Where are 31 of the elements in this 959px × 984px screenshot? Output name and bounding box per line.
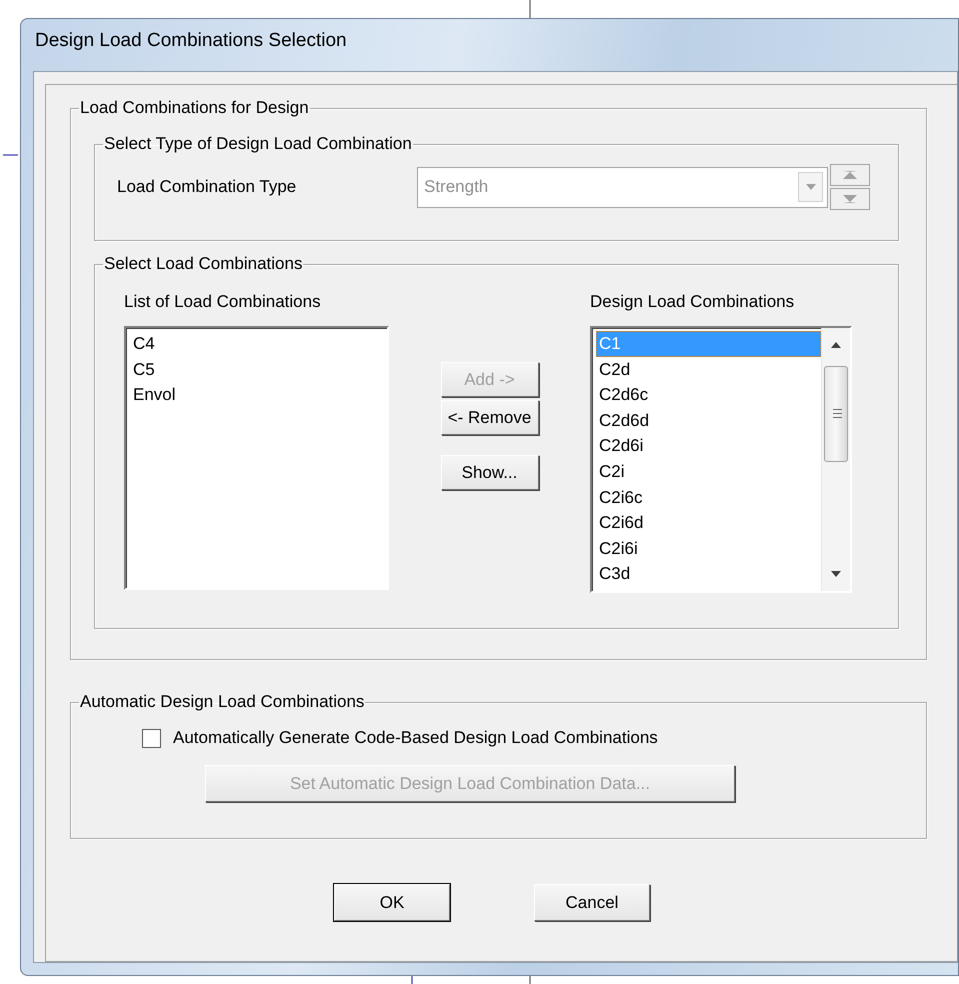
list-box[interactable]: C4 C5 Envol — [124, 326, 389, 590]
dialog-button[interactable]: Cancel — [534, 884, 650, 921]
list-label: List of Load Combinations — [124, 292, 322, 312]
list-item[interactable]: C2d — [596, 356, 821, 382]
spin-buttons[interactable] — [830, 164, 870, 210]
list-item[interactable]: C2i6c — [596, 484, 821, 510]
list-box[interactable]: C1 C2d C2d6c C2d6d C2d6i C2i C2i6c C2i6d C2i6i C3d — [590, 326, 852, 593]
list-item[interactable]: C2i6i — [596, 536, 821, 562]
dropdown-value: Strength — [424, 177, 488, 197]
list-item[interactable]: Envol — [130, 382, 387, 408]
list-label: Design Load Combinations — [590, 292, 796, 312]
list-item[interactable]: C2d6c — [596, 382, 821, 408]
field-label: Load Combination Type — [117, 177, 298, 197]
group-label: Automatic Design Load Combinations — [79, 692, 366, 712]
list-item[interactable]: C2i — [596, 458, 821, 485]
checkbox[interactable] — [142, 728, 161, 748]
list-item[interactable]: C4 — [130, 331, 387, 357]
window-title: Design Load Combinations Selection — [34, 29, 348, 53]
group-label: Load Combinations for Design — [79, 98, 310, 118]
dialog-button[interactable]: OK — [334, 884, 450, 921]
list-item[interactable]: C2d6i — [596, 433, 821, 459]
group-label: Select Type of Design Load Combination — [103, 134, 413, 154]
checkbox-label: Automatically Generate Code-Based Design Load Combinations — [173, 728, 658, 748]
group-label: Select Load Combinations — [103, 254, 304, 274]
scrollbar[interactable] — [821, 328, 850, 591]
action-button[interactable]: <- Remove — [440, 400, 538, 435]
action-button[interactable]: Show... — [440, 455, 538, 490]
list-item[interactable]: C2i6d — [596, 510, 821, 536]
list-item[interactable]: C2d6d — [596, 408, 821, 434]
list-item[interactable]: C5 — [130, 356, 387, 382]
list-item[interactable]: C3d — [596, 561, 821, 587]
